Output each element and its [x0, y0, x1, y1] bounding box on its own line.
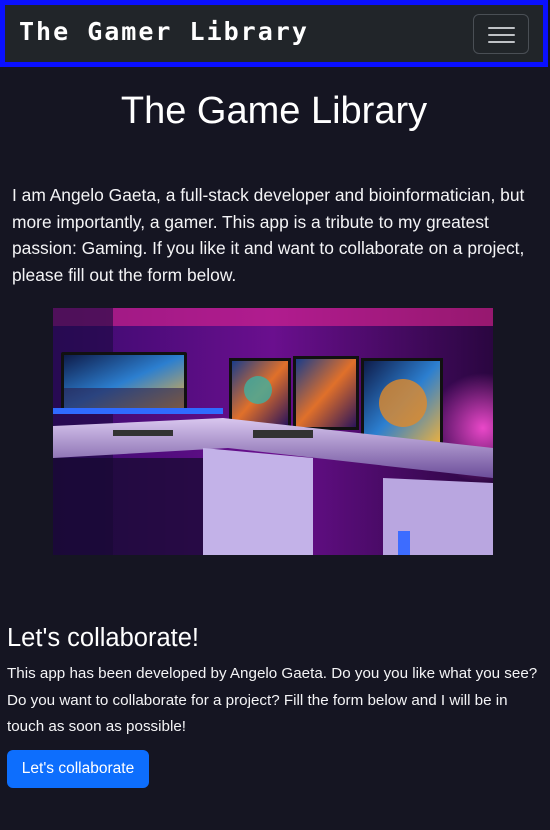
intro-paragraph: I am Angelo Gaeta, a full-stack develope… [12, 185, 525, 285]
navbar-brand[interactable]: The Gamer Library [19, 17, 309, 47]
navbar-toggle-button[interactable] [473, 14, 529, 54]
gaming-setup-image [53, 308, 493, 555]
collaborate-heading: Let's collaborate! [7, 624, 199, 652]
page-title: The Game Library [120, 90, 428, 132]
hamburger-menu-icon [488, 27, 515, 29]
lets-collaborate-button[interactable]: Let's collaborate [7, 750, 149, 788]
navbar: The Gamer Library [0, 0, 548, 67]
hamburger-menu-icon-bar [488, 41, 515, 43]
hamburger-menu-icon-bar [488, 34, 515, 36]
collaborate-description: This app has been developed by Angelo Ga… [7, 665, 538, 735]
